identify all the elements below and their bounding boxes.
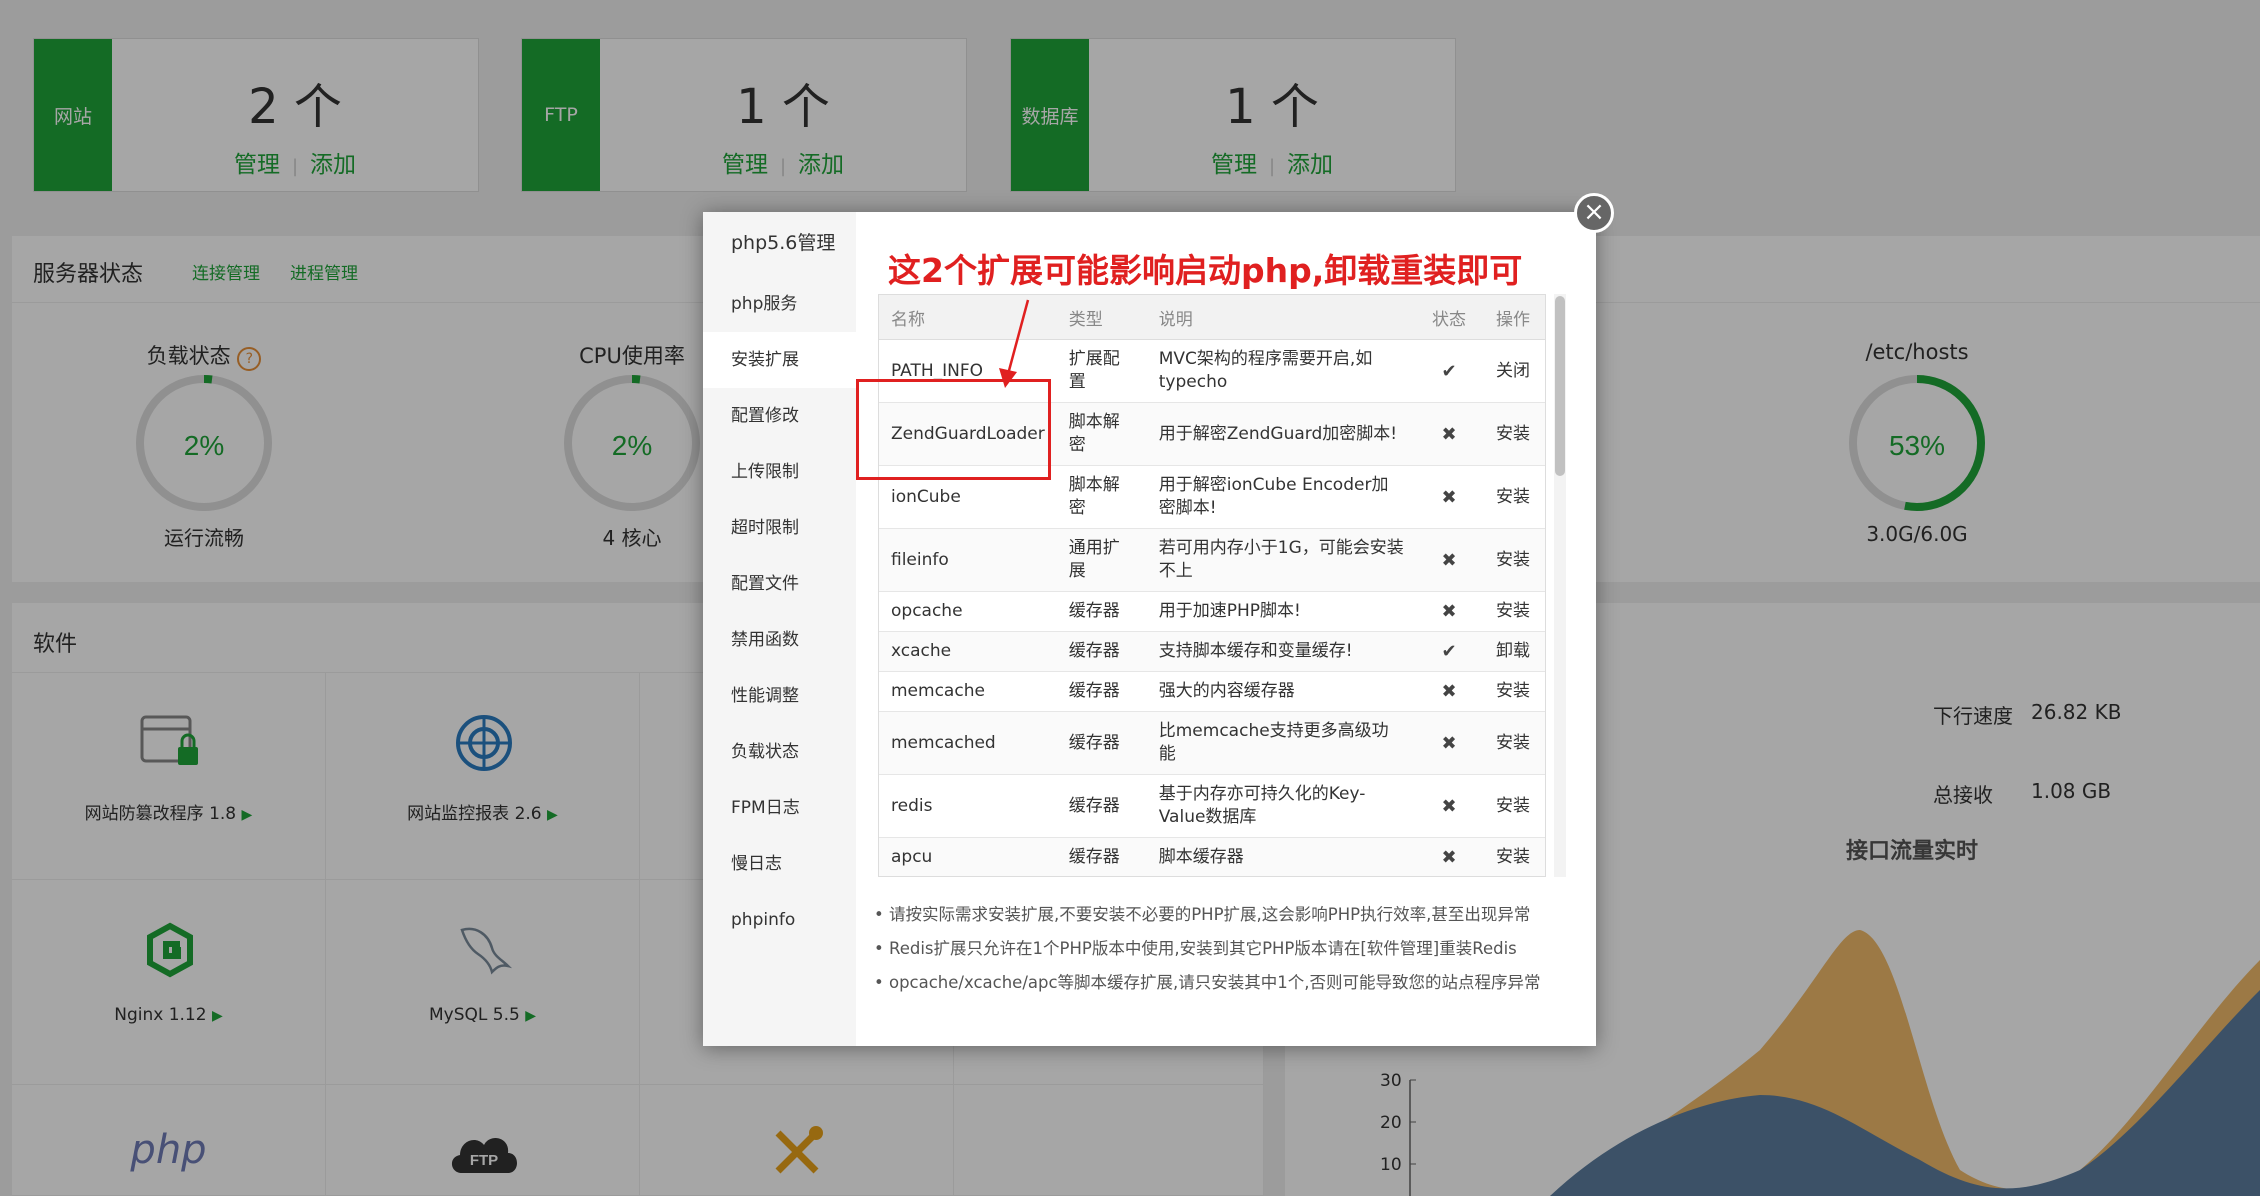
ext-desc: MVC架构的程序需要开启,如typecho xyxy=(1146,339,1417,403)
ext-status: ✖ xyxy=(1417,837,1481,876)
table-row: apcu 缓存器 脚本缓存器 ✖ 安装 xyxy=(879,837,1545,876)
ext-status: ✖ xyxy=(1417,402,1481,466)
note-item: • opcache/xcache/apc等脚本缓存扩展,请只安装其中1个,否则可… xyxy=(874,973,1541,992)
ext-type: 脚本解密 xyxy=(1056,402,1147,466)
table-row: memcache 缓存器 强大的内容缓存器 ✖ 安装 xyxy=(879,671,1545,712)
menu-config-file[interactable]: 配置文件 xyxy=(703,556,856,612)
notes-list: • 请按实际需求安装扩展,不要安装不必要的PHP扩展,这会影响PHP执行效率,甚… xyxy=(874,898,1541,1000)
modal-title: php5.6管理 xyxy=(731,232,836,254)
col-status: 状态 xyxy=(1417,295,1481,340)
ext-desc: 用于加速PHP脚本! xyxy=(1146,591,1417,632)
ext-desc: 脚本缓存器 xyxy=(1146,837,1417,876)
ext-name: xcache xyxy=(879,631,1057,672)
ext-status: ✖ xyxy=(1417,591,1481,632)
ext-type: 缓存器 xyxy=(1056,631,1147,672)
ext-desc: 用于解密ionCube Encoder加密脚本! xyxy=(1146,465,1417,529)
ext-name: opcache xyxy=(879,591,1057,632)
ext-op[interactable]: 安装 xyxy=(1481,591,1545,632)
ext-type: 缓存器 xyxy=(1056,774,1147,838)
col-desc: 说明 xyxy=(1146,295,1417,340)
menu-performance[interactable]: 性能调整 xyxy=(703,668,856,724)
ext-desc: 用于解密ZendGuard加密脚本! xyxy=(1146,402,1417,466)
ext-op[interactable]: 卸载 xyxy=(1481,631,1545,672)
ext-status: ✖ xyxy=(1417,528,1481,592)
ext-type: 缓存器 xyxy=(1056,711,1147,775)
menu-fpm-log[interactable]: FPM日志 xyxy=(703,780,856,836)
ext-desc: 比memcache支持更多高级功能 xyxy=(1146,711,1417,775)
ext-desc: 基于内存亦可持久化的Key-Value数据库 xyxy=(1146,774,1417,838)
ext-type: 缓存器 xyxy=(1056,591,1147,632)
ext-type: 缓存器 xyxy=(1056,837,1147,876)
ext-status: ✖ xyxy=(1417,711,1481,775)
menu-php-service[interactable]: php服务 xyxy=(703,276,856,332)
annotation-arrow xyxy=(999,299,1030,388)
ext-name: fileinfo xyxy=(879,528,1057,592)
ext-desc: 若可用内存小于1G，可能会安装不上 xyxy=(1146,528,1417,592)
table-scrollbar[interactable] xyxy=(1554,294,1566,877)
menu-disabled-functions[interactable]: 禁用函数 xyxy=(703,612,856,668)
annotation-highlight-box xyxy=(856,379,1051,480)
menu-install-extension[interactable]: 安装扩展 xyxy=(703,332,856,388)
ext-type: 脚本解密 xyxy=(1056,465,1147,529)
ext-op[interactable]: 安装 xyxy=(1481,528,1545,592)
menu-slow-log[interactable]: 慢日志 xyxy=(703,836,856,892)
ext-name: memcached xyxy=(879,711,1057,775)
ext-status: ✔ xyxy=(1417,631,1481,672)
table-header-row: 名称 类型 说明 状态 操作 xyxy=(879,295,1545,340)
ext-name: redis xyxy=(879,774,1057,838)
ext-desc: 强大的内容缓存器 xyxy=(1146,671,1417,712)
ext-desc: 支持脚本缓存和变量缓存! xyxy=(1146,631,1417,672)
ext-op[interactable]: 安装 xyxy=(1481,465,1545,529)
ext-status: ✔ xyxy=(1417,339,1481,403)
ext-op[interactable]: 安装 xyxy=(1481,711,1545,775)
note-item: • 请按实际需求安装扩展,不要安装不必要的PHP扩展,这会影响PHP执行效率,甚… xyxy=(874,905,1531,924)
table-row: xcache 缓存器 支持脚本缓存和变量缓存! ✔ 卸载 xyxy=(879,631,1545,672)
menu-upload-limit[interactable]: 上传限制 xyxy=(703,444,856,500)
annotation-text: 这2个扩展可能影响启动php,卸载重装即可 xyxy=(888,251,1523,290)
table-row: memcached 缓存器 比memcache支持更多高级功能 ✖ 安装 xyxy=(879,711,1545,775)
note-item: • Redis扩展只允许在1个PHP版本中使用,安装到其它PHP版本请在[软件管… xyxy=(874,939,1517,958)
ext-op[interactable]: 关闭 xyxy=(1481,339,1545,403)
ext-status: ✖ xyxy=(1417,774,1481,838)
scrollbar-thumb[interactable] xyxy=(1555,296,1565,476)
ext-op[interactable]: 安装 xyxy=(1481,774,1545,838)
col-type: 类型 xyxy=(1056,295,1147,340)
col-op: 操作 xyxy=(1481,295,1545,340)
ext-status: ✖ xyxy=(1417,671,1481,712)
ext-op[interactable]: 安装 xyxy=(1481,671,1545,712)
ext-op[interactable]: 安装 xyxy=(1481,837,1545,876)
ext-status: ✖ xyxy=(1417,465,1481,529)
ext-op[interactable]: 安装 xyxy=(1481,402,1545,466)
ext-name: memcache xyxy=(879,671,1057,712)
menu-phpinfo[interactable]: phpinfo xyxy=(703,892,856,948)
table-row: redis 缓存器 基于内存亦可持久化的Key-Value数据库 ✖ 安装 xyxy=(879,774,1545,838)
menu-timeout-limit[interactable]: 超时限制 xyxy=(703,500,856,556)
menu-load-status[interactable]: 负载状态 xyxy=(703,724,856,780)
table-row: opcache 缓存器 用于加速PHP脚本! ✖ 安装 xyxy=(879,591,1545,632)
ext-type: 通用扩展 xyxy=(1056,528,1147,592)
ext-name: apcu xyxy=(879,837,1057,876)
menu-config-modify[interactable]: 配置修改 xyxy=(703,388,856,444)
modal-close-button[interactable]: × xyxy=(1574,193,1614,233)
ext-type: 扩展配置 xyxy=(1056,339,1147,403)
ext-type: 缓存器 xyxy=(1056,671,1147,712)
table-row: fileinfo 通用扩展 若可用内存小于1G，可能会安装不上 ✖ 安装 xyxy=(879,528,1545,592)
